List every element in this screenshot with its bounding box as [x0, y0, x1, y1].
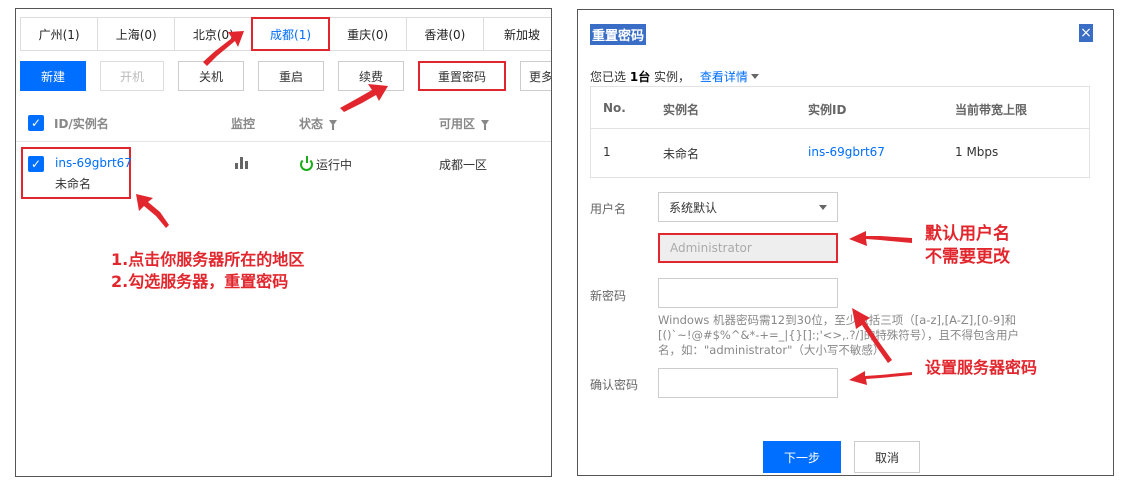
- row-bandwidth: 1 Mbps: [955, 145, 999, 159]
- cancel-button[interactable]: 取消: [854, 441, 920, 473]
- password-hint: Windows 机器密码需12到30位，至少包括三项（[a-z],[A-Z],[…: [658, 313, 1020, 357]
- region-tab-singapore[interactable]: 新加坡: [482, 17, 551, 51]
- instance-id-link[interactable]: ins-69gbrt67: [55, 156, 132, 170]
- selected-suffix: 实例，: [654, 70, 691, 84]
- confirm-password-field[interactable]: [658, 368, 838, 398]
- row-checkbox[interactable]: ✓: [28, 156, 44, 172]
- table-header: ✓ ID/实例名 监控 状态 可用区: [16, 104, 551, 142]
- instance-status-text: 运行中: [316, 158, 353, 172]
- region-tab-beijing[interactable]: 北京(0): [174, 17, 253, 51]
- column-status-label: 状态: [299, 116, 324, 131]
- more-actions-button[interactable]: 更多操作: [520, 61, 551, 91]
- reset-password-dialog: 重置密码 × 您已选 1台 实例， 查看详情 No. 实例名 实例ID 当前带宽…: [577, 9, 1114, 476]
- power-on-icon: [300, 156, 313, 171]
- dialog-title: 重置密码: [590, 24, 647, 45]
- close-icon[interactable]: ×: [1079, 24, 1093, 42]
- chevron-down-icon: [750, 74, 759, 79]
- row-instance-name: 未命名: [663, 147, 700, 161]
- column-status: 状态: [299, 104, 338, 142]
- start-button[interactable]: 开机: [100, 61, 164, 91]
- annotation-username: 默认用户名 不需要更改: [925, 223, 1010, 269]
- zone-filter-icon[interactable]: [481, 120, 490, 130]
- confirm-password-label: 确认密码: [590, 378, 639, 392]
- selected-prefix: 您已选: [590, 70, 627, 84]
- header-instance-id: 实例ID: [808, 103, 847, 117]
- column-monitor: 监控: [231, 116, 256, 131]
- new-password-field[interactable]: [658, 278, 838, 308]
- selected-count: 1台: [629, 70, 651, 84]
- row-instance-id[interactable]: ins-69gbrt67: [808, 145, 885, 159]
- next-button[interactable]: 下一步: [763, 441, 841, 473]
- reset-password-button[interactable]: 重置密码: [418, 61, 506, 91]
- username-field: [658, 233, 838, 263]
- column-id-name: ID/实例名: [54, 116, 109, 131]
- annotation-username-line2: 不需要更改: [925, 247, 1010, 267]
- new-password-label: 新密码: [590, 289, 627, 303]
- region-tab-hongkong[interactable]: 香港(0): [405, 17, 484, 51]
- instance-name: 未命名: [55, 177, 92, 191]
- renew-button[interactable]: 续费: [338, 61, 404, 91]
- selected-instances-table: No. 实例名 实例ID 当前带宽上限 1 未命名 ins-69gbrt67 1…: [590, 86, 1090, 178]
- instance-status: 运行中: [300, 156, 352, 173]
- view-details-label: 查看详情: [699, 70, 748, 84]
- view-details-link[interactable]: 查看详情: [700, 70, 759, 84]
- username-select-value: 系统默认: [669, 200, 718, 215]
- row-no: 1: [603, 145, 611, 159]
- header-instance-name: 实例名: [663, 103, 700, 117]
- select-all-checkbox[interactable]: ✓: [28, 104, 44, 142]
- monitor-chart-icon[interactable]: [235, 157, 248, 169]
- instance-list-panel: 广州(1) 上海(0) 北京(0) 成都(1) 重庆(0) 香港(0) 新加坡 …: [15, 8, 552, 477]
- annotation-steps: 1.点击你服务器所在的地区 2.勾选服务器，重置密码: [111, 249, 304, 293]
- chevron-down-icon: [819, 205, 827, 210]
- column-zone-label: 可用区: [439, 116, 476, 131]
- header-bandwidth: 当前带宽上限: [955, 103, 1028, 117]
- restart-button[interactable]: 重启: [258, 61, 324, 91]
- annotation-step-2: 2.勾选服务器，重置密码: [111, 272, 289, 291]
- region-tab-guangzhou[interactable]: 广州(1): [20, 17, 99, 51]
- region-tabs: 广州(1) 上海(0) 北京(0) 成都(1) 重庆(0) 香港(0) 新加坡: [20, 17, 551, 51]
- annotation-password: 设置服务器密码: [925, 358, 1038, 377]
- annotation-username-line1: 默认用户名: [925, 224, 1010, 244]
- new-instance-button[interactable]: 新建: [20, 61, 86, 91]
- annotation-step-1: 1.点击你服务器所在的地区: [111, 250, 305, 269]
- selection-summary: 您已选 1台 实例， 查看详情: [590, 68, 759, 85]
- username-label: 用户名: [590, 202, 627, 216]
- username-select[interactable]: 系统默认: [658, 192, 838, 222]
- column-zone: 可用区: [439, 104, 490, 142]
- shutdown-button[interactable]: 关机: [178, 61, 244, 91]
- status-filter-icon[interactable]: [329, 120, 338, 130]
- region-tab-chengdu[interactable]: 成都(1): [251, 17, 330, 51]
- header-no: No.: [603, 101, 626, 115]
- region-tab-shanghai[interactable]: 上海(0): [97, 17, 176, 51]
- instance-toolbar: 新建 开机 关机 重启 续费 重置密码 更多操作: [20, 61, 551, 91]
- region-tab-chongqing[interactable]: 重庆(0): [328, 17, 407, 51]
- instance-zone: 成都一区: [439, 158, 488, 172]
